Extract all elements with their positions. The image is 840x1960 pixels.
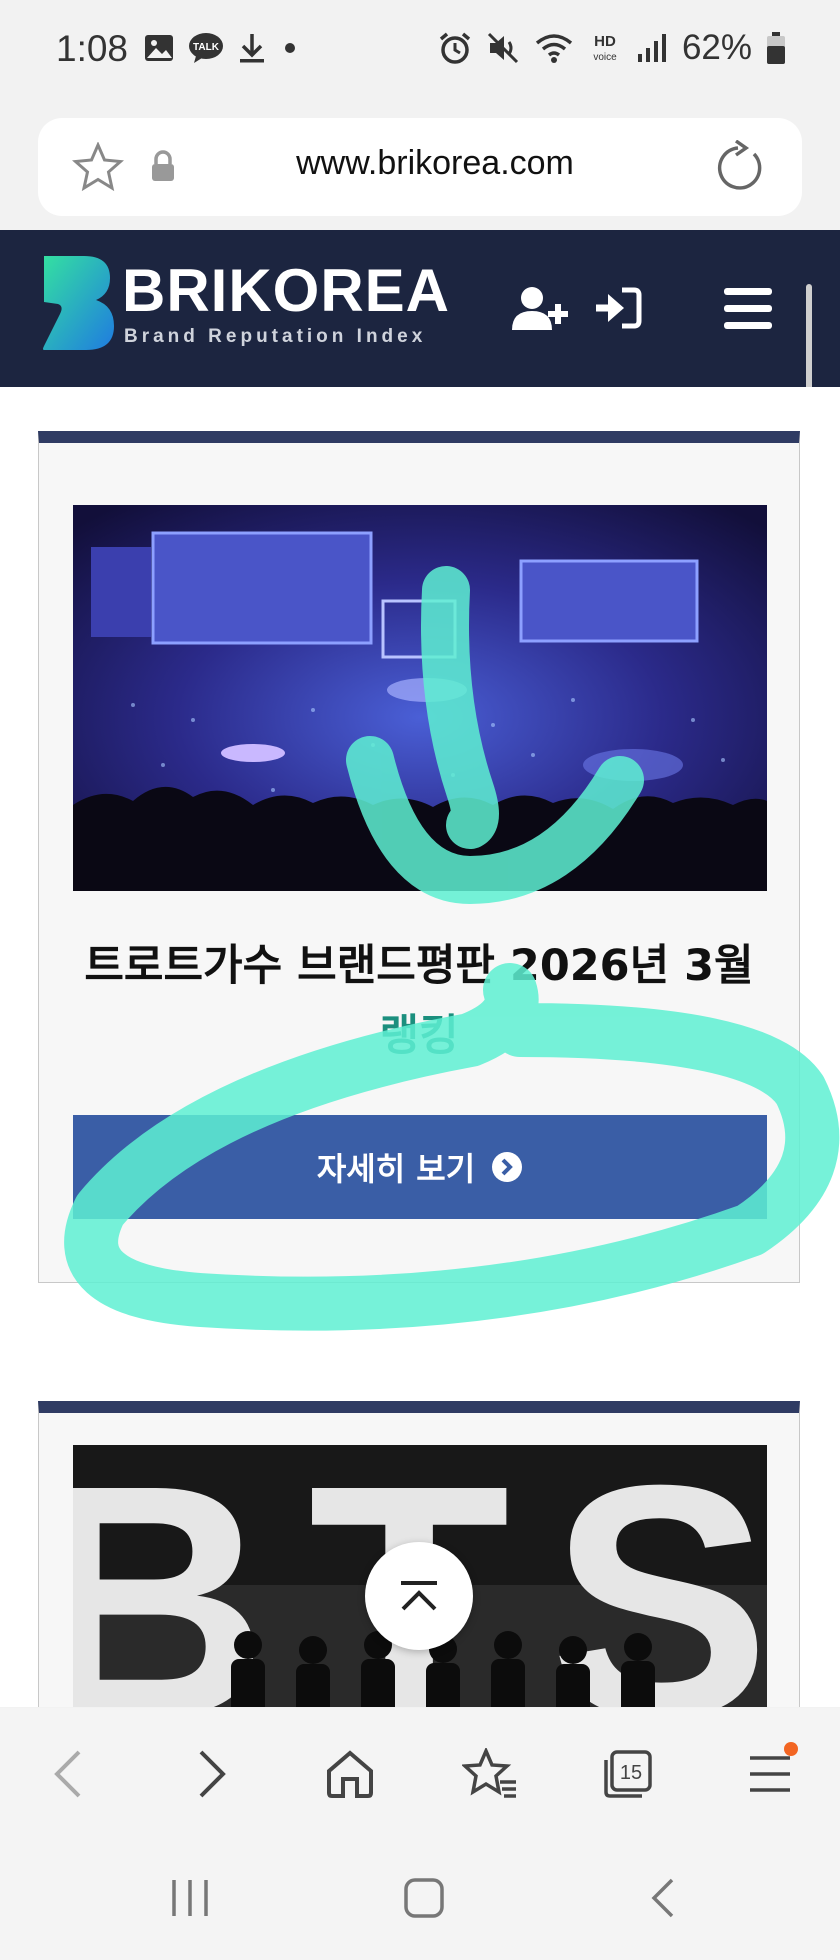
brikorea-logo-icon[interactable]	[40, 254, 116, 352]
bookmarks-star-icon	[462, 1748, 516, 1798]
kakaotalk-label: TALK	[193, 42, 220, 53]
article-title-text[interactable]: 트로트가수 브랜드평판 2026년 3월	[84, 941, 753, 991]
article-title-ranking[interactable]: 랭킹	[379, 1011, 458, 1061]
alarm-icon	[439, 32, 471, 64]
menu-button[interactable]	[738, 1742, 802, 1806]
chevron-left-icon	[54, 1750, 81, 1798]
page-content: 트로트가수 브랜드평판 2026년 3월 랭킹 자세히 보기 BTS	[0, 387, 840, 1707]
system-nav-bar	[0, 1836, 840, 1960]
dot-icon	[285, 43, 295, 53]
menu-lines-icon	[750, 1756, 790, 1792]
battery-percent: 62%	[681, 28, 752, 67]
lock-icon	[152, 150, 174, 181]
bookmarks-button[interactable]	[458, 1742, 522, 1806]
login-icon[interactable]	[594, 286, 642, 330]
hd-label: HD	[594, 33, 616, 50]
url-text[interactable]: www.brikorea.com	[198, 144, 672, 183]
status-bar: 1:08 TALK HD voice 62%	[0, 0, 840, 104]
user-signup-icon[interactable]	[512, 286, 572, 332]
browser-toolbar: 15	[0, 1708, 840, 1836]
reload-icon[interactable]	[714, 140, 766, 194]
hamburger-menu-icon[interactable]	[724, 288, 774, 330]
notification-dot	[784, 1742, 798, 1756]
status-left-icons: TALK	[144, 32, 300, 64]
site-logo-subtitle: Brand Reputation Index	[124, 326, 427, 347]
address-bar[interactable]: www.brikorea.com	[38, 118, 802, 216]
forward-button[interactable]	[180, 1742, 244, 1806]
hd-voice-icon: HD voice	[593, 33, 617, 63]
article-title[interactable]: 트로트가수 브랜드평판 2026년 3월 랭킹	[59, 931, 779, 1071]
status-right-icons: HD voice 62%	[438, 28, 786, 68]
recent-apps-icon[interactable]	[168, 1876, 212, 1920]
status-time: 1:08	[56, 28, 129, 69]
back-system-icon[interactable]	[648, 1876, 678, 1920]
chevron-right-circle-icon	[492, 1152, 523, 1182]
site-logo-title[interactable]: BRIKOREA	[122, 256, 450, 325]
home-icon	[327, 1750, 373, 1798]
concert-arena-image[interactable]	[73, 505, 767, 891]
tabs-button[interactable]: 15	[596, 1742, 660, 1806]
view-details-button[interactable]: 자세히 보기	[73, 1115, 767, 1219]
tab-count: 15	[620, 1762, 642, 1784]
home-system-icon[interactable]	[402, 1876, 446, 1920]
bookmark-star-icon[interactable]	[72, 142, 124, 192]
chevron-up-icon	[401, 1581, 437, 1611]
view-details-label[interactable]: 자세히 보기	[317, 1144, 475, 1190]
tabs-icon: 15	[604, 1750, 652, 1798]
back-to-top-button[interactable]	[365, 1542, 473, 1650]
kakaotalk-icon: TALK	[189, 33, 223, 63]
article-card[interactable]: 트로트가수 브랜드평판 2026년 3월 랭킹 자세히 보기	[38, 431, 800, 1283]
battery-icon	[767, 32, 785, 64]
download-icon	[240, 34, 264, 63]
mute-icon	[487, 32, 518, 64]
voice-label: voice	[593, 52, 617, 63]
signal-icon	[637, 34, 666, 62]
gallery-icon	[145, 35, 173, 61]
site-header: BRIKOREA Brand Reputation Index	[0, 230, 840, 387]
wifi-icon	[535, 34, 573, 63]
chevron-right-icon	[199, 1750, 226, 1798]
home-button[interactable]	[318, 1742, 382, 1806]
back-button[interactable]	[36, 1742, 100, 1806]
